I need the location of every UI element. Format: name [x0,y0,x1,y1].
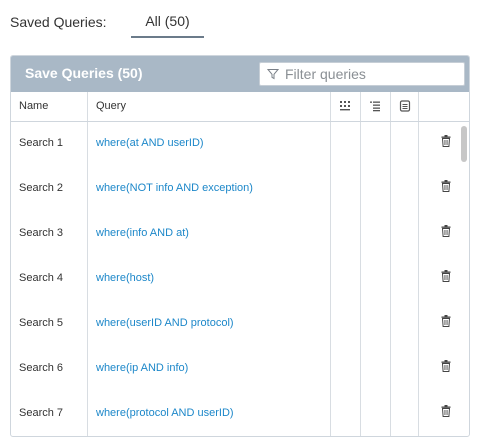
column-grid-icon [340,101,350,111]
row-query-link[interactable]: where(userID AND protocol) [96,317,234,329]
column-query-label: Query [96,100,126,112]
filter-icon [267,68,279,80]
saved-queries-bar: Saved Queries: All (50) [10,10,470,40]
table-row[interactable]: Search 6 where(ip AND info) [11,347,469,392]
row-query-link[interactable]: where(info AND at) [96,227,189,239]
table-row[interactable]: Search 3 where(info AND at) [11,212,469,257]
row-query-link[interactable]: where(NOT info AND exception) [96,182,253,194]
filter-box[interactable] [259,62,465,86]
row-name: Search 7 [19,407,64,419]
panel-header: Save Queries (50) [11,56,469,92]
column-name[interactable]: Name [11,92,88,121]
row-query-link[interactable]: where(host) [96,272,154,284]
column-grid[interactable] [331,92,361,121]
trash-icon[interactable] [441,270,451,282]
row-name: Search 3 [19,227,64,239]
table-body: Search 1 where(at AND userID) Search 2 w… [11,122,469,436]
trash-icon[interactable] [441,225,451,237]
table-row[interactable]: Search 2 where(NOT info AND exception) [11,167,469,212]
row-name: Search 1 [19,137,64,149]
table-row[interactable]: Search 4 where(host) [11,257,469,302]
table-row[interactable]: Search 5 where(userID AND protocol) [11,302,469,347]
panel-title: Save Queries (50) [25,65,143,81]
trash-icon[interactable] [441,180,451,192]
column-list[interactable] [361,92,391,121]
document-icon [399,100,411,112]
trash-icon[interactable] [441,135,451,147]
row-name: Search 6 [19,362,64,374]
list-icon [370,101,380,112]
row-name: Search 4 [19,272,64,284]
trash-icon[interactable] [441,360,451,372]
row-query-link[interactable]: where(protocol AND userID) [96,407,234,419]
saved-queries-panel: Save Queries (50) Name Query [10,55,470,437]
table-row[interactable]: Search 1 where(at AND userID) [11,122,469,167]
column-actions [419,92,469,121]
column-query[interactable]: Query [88,92,331,121]
table-header: Name Query [11,92,469,122]
trash-icon[interactable] [441,315,451,327]
filter-queries-input[interactable] [285,64,455,84]
trash-icon[interactable] [441,405,451,417]
saved-queries-label: Saved Queries: [10,14,107,30]
scrollbar-thumb[interactable] [461,126,467,162]
row-name: Search 2 [19,182,64,194]
table-row[interactable]: Search 7 where(protocol AND userID) [11,392,469,436]
row-query-link[interactable]: where(at AND userID) [96,137,204,149]
column-document[interactable] [391,92,419,121]
tab-all[interactable]: All (50) [131,10,204,38]
row-query-link[interactable]: where(ip AND info) [96,362,188,374]
column-name-label: Name [19,100,49,112]
row-name: Search 5 [19,317,64,329]
